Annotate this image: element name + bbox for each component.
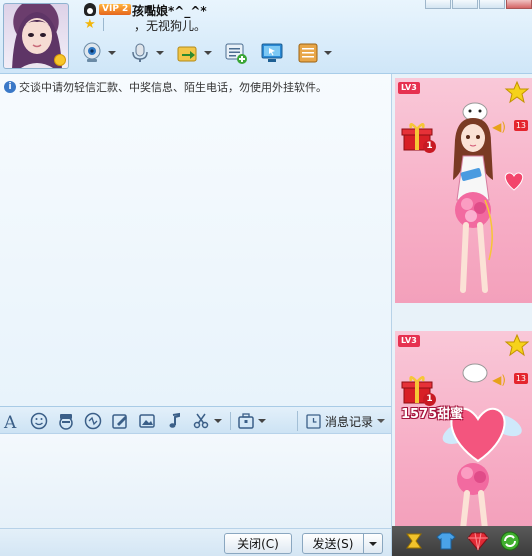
svg-text:A: A — [3, 413, 17, 430]
message-history-button[interactable]: 消息记录 — [296, 411, 385, 431]
history-clock-icon — [306, 413, 321, 429]
chevron-down-icon[interactable] — [324, 51, 332, 55]
emoji-icon[interactable] — [29, 411, 49, 431]
message-input[interactable] — [0, 434, 392, 528]
star-icon[interactable]: ★ — [84, 18, 96, 31]
level-badge: LV3 — [398, 335, 420, 347]
webcam-icon — [80, 41, 104, 65]
divider — [230, 412, 231, 430]
security-notice: i 交谈中请勿轻信汇款、中奖信息、陌生电话，勿使用外挂软件。 — [4, 79, 327, 95]
sweetness-score: 1575甜蜜 — [401, 407, 464, 422]
file-transfer-button[interactable] — [176, 41, 212, 65]
status-smiley-icon — [54, 54, 66, 66]
chevron-down-icon[interactable] — [156, 51, 164, 55]
microphone-icon — [128, 41, 152, 65]
avatar-doll — [433, 100, 513, 303]
count-badge: 13 — [513, 120, 528, 131]
info-icon: i — [4, 81, 16, 93]
clothing-icon[interactable] — [435, 530, 457, 552]
show-panel-self[interactable]: LV3 ◀) 13 1 1575甜蜜 — [395, 331, 532, 528]
group-chat-button[interactable] — [224, 41, 248, 65]
show-sidebar: LV3 ◀) 13 1 LV3 ◀) 13 1 1575甜蜜 — [392, 74, 532, 556]
remote-desktop-button[interactable] — [260, 41, 284, 65]
skin-button[interactable] — [425, 0, 451, 9]
history-label: 消息记录 — [324, 414, 373, 429]
heart-icon — [502, 170, 526, 195]
avatar-doll — [433, 361, 523, 528]
vibration-icon[interactable] — [83, 411, 103, 431]
chevron-down-icon[interactable] — [214, 419, 222, 423]
toolbox-icon[interactable] — [236, 411, 256, 431]
magic-emoji-icon[interactable] — [56, 411, 76, 431]
chat-header: VIP 2 孩嚸娘*^_^* ★ ，无视狗儿。 — [0, 0, 532, 74]
notice-text: 交谈中请勿轻信汇款、中奖信息、陌生电话，勿使用外挂软件。 — [19, 81, 327, 94]
action-bar: 关闭(C) 发送(S) — [0, 528, 392, 556]
remote-desktop-icon — [260, 41, 284, 65]
vip-row: VIP 2 — [84, 2, 132, 16]
window-controls — [424, 0, 532, 9]
diamond-icon[interactable] — [467, 530, 489, 552]
vip-badge[interactable]: VIP 2 — [99, 3, 132, 15]
level-badge: LV3 — [398, 82, 420, 94]
avatar[interactable] — [3, 3, 69, 69]
minimize-button[interactable] — [452, 0, 478, 9]
qq-penguin-icon — [84, 2, 96, 16]
chevron-down-icon — [369, 541, 377, 546]
group-chat-icon — [224, 41, 248, 65]
close-window-button[interactable] — [506, 0, 532, 9]
show-toolbar — [392, 526, 532, 556]
file-transfer-icon — [176, 41, 200, 65]
refresh-icon[interactable] — [499, 530, 521, 552]
input-tools: A — [2, 409, 266, 433]
chevron-down-icon[interactable] — [258, 419, 266, 423]
maximize-button[interactable] — [479, 0, 505, 9]
divider — [103, 18, 104, 31]
app-box-icon — [296, 41, 320, 65]
dress-up-icon[interactable] — [403, 530, 425, 552]
webcam-button[interactable] — [80, 41, 116, 65]
input-toolbar: A 消息记录 — [0, 406, 392, 434]
send-button[interactable]: 发送(S) — [302, 533, 364, 554]
close-button[interactable]: 关闭(C) — [224, 533, 292, 554]
font-icon[interactable]: A — [2, 411, 22, 431]
screenshot-scissors-icon[interactable] — [191, 411, 211, 431]
chevron-down-icon[interactable] — [108, 51, 116, 55]
crown-icon — [504, 333, 530, 362]
doodle-icon[interactable] — [110, 411, 130, 431]
music-icon[interactable] — [164, 411, 184, 431]
chat-toolbar — [80, 40, 344, 66]
voice-button[interactable] — [128, 41, 164, 65]
chevron-down-icon[interactable] — [204, 51, 212, 55]
message-area[interactable]: i 交谈中请勿轻信汇款、中奖信息、陌生电话，勿使用外挂软件。 — [0, 74, 392, 406]
chevron-down-icon — [377, 419, 385, 423]
app-box-button[interactable] — [296, 41, 332, 65]
image-icon[interactable] — [137, 411, 157, 431]
contact-signature: ，无视狗儿。 — [134, 19, 207, 33]
send-options-button[interactable] — [363, 533, 383, 554]
show-panel-contact[interactable]: LV3 ◀) 13 1 — [395, 78, 532, 303]
